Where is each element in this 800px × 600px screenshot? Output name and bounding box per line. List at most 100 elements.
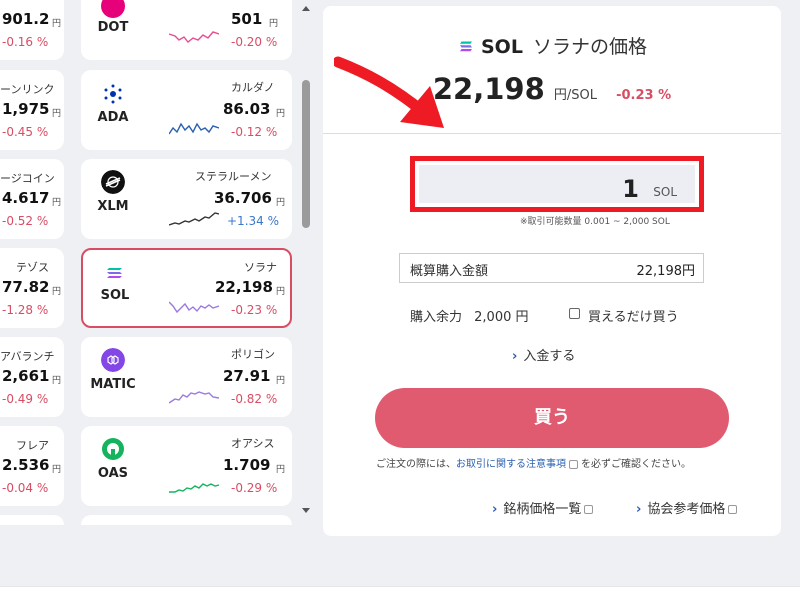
buy-button[interactable]: 買う [375, 388, 729, 448]
coin-card[interactable]: テゾス 77.82 円 -1.28 % [0, 248, 64, 328]
coin-card[interactable]: 901.2 円 -0.16 % [0, 0, 64, 60]
polkadot-icon [101, 0, 125, 18]
title-text: ソラナの価格 [532, 36, 647, 58]
coin-name: テゾス [16, 261, 49, 274]
external-link-icon [569, 459, 578, 469]
coin-name: ージコイン [0, 172, 55, 185]
quantity-value: 1 [622, 175, 639, 203]
sparkline [169, 483, 219, 493]
yen-unit: 円 [276, 198, 286, 208]
estimate-value: 22,198円 [636, 264, 696, 279]
buying-power-value: 2,000 円 [474, 310, 529, 325]
estimate-box: 概算購入金額 22,198円 [399, 253, 704, 283]
buy-max-checkbox[interactable] [569, 308, 580, 319]
reference-price-link[interactable]: › 協会参考価格 [636, 498, 740, 517]
price-list-label: 銘柄価格一覧 [503, 502, 582, 517]
coin-ticker: DOT [97, 20, 129, 35]
coin-card[interactable]: フレア 2.536 円 -0.04 % [0, 426, 64, 506]
coin-price: 86.03 [223, 100, 271, 118]
coin-name: アバランチ [0, 350, 55, 363]
coin-card-oas[interactable]: OAS オアシス 1.709 円 -0.29 % [81, 426, 292, 506]
scroll-up-icon[interactable] [302, 6, 310, 11]
external-link-icon [728, 505, 738, 514]
coin-name: ーンリンク [0, 83, 55, 96]
coin-change: -0.16 % [2, 35, 49, 49]
solana-icon [459, 41, 472, 52]
coin-price: 36.706 [214, 189, 272, 207]
coin-list: 901.2 円 -0.16 % ーンリンク 1,975 円 -0.45 % ージ… [0, 0, 300, 525]
coin-change: +1.34 % [227, 214, 279, 228]
notice-link[interactable]: お取引に関する注意事項 [456, 459, 566, 470]
coin-name: フレア [16, 439, 49, 452]
price-list-link[interactable]: › 銘柄価格一覧 [492, 498, 596, 517]
external-link-icon [584, 505, 594, 514]
notice-pre: ご注文の際には、 [376, 459, 456, 470]
quantity-input[interactable]: 1 SOL [419, 165, 695, 203]
coin-card-dot[interactable]: DOT 501 円 -0.20 % [81, 0, 292, 60]
notice-text: ご注文の際には、お取引に関する注意事項 を必ずご確認ください。 [376, 455, 691, 470]
coin-card[interactable]: ージコイン 4.617 円 -0.52 % [0, 159, 64, 239]
yen-unit: 円 [52, 376, 62, 386]
coin-price: 22,198 [215, 278, 273, 296]
coin-card[interactable] [0, 515, 64, 525]
coin-card[interactable] [81, 515, 292, 525]
coin-name: ステラルーメン [195, 170, 272, 183]
coin-change: -0.29 % [231, 481, 278, 495]
coin-card-sol[interactable]: SOL ソラナ 22,198 円 -0.23 % [81, 248, 292, 328]
coin-change: -0.52 % [2, 214, 49, 228]
quantity-range-note: ※取引可能数量 0.001 ~ 2,000 SOL [520, 217, 670, 227]
coin-price: 1,975 [2, 100, 50, 118]
title-symbol: SOL [480, 36, 523, 58]
cardano-icon [104, 84, 122, 104]
buying-power-label: 購入余力 [410, 310, 463, 325]
notice-post: を必ずご確認ください。 [581, 459, 691, 470]
coin-name: ソラナ [244, 261, 277, 274]
coin-price: 501 [231, 10, 263, 28]
yen-unit: 円 [52, 465, 62, 475]
coin-price: 77.82 [2, 278, 50, 296]
chevron-right-icon: › [636, 502, 642, 517]
coin-card[interactable]: ーンリンク 1,975 円 -0.45 % [0, 70, 64, 150]
coin-change: -0.23 % [231, 303, 278, 317]
chevron-right-icon: › [512, 349, 518, 364]
coin-ticker: MATIC [90, 377, 136, 392]
sparkline [169, 122, 219, 135]
deposit-label: 入金する [523, 349, 576, 364]
coin-change: -0.20 % [231, 35, 278, 49]
coin-name: ポリゴン [231, 348, 275, 361]
coin-change: -1.28 % [2, 303, 49, 317]
price-unit: 円/SOL [553, 88, 597, 103]
yen-unit: 円 [52, 109, 62, 119]
coin-list-scrollbar[interactable] [298, 0, 314, 520]
reference-price-label: 協会参考価格 [647, 502, 726, 517]
coin-ticker: OAS [97, 466, 129, 481]
quantity-field[interactable]: 1 SOL [410, 156, 704, 212]
coin-price: 4.617 [2, 189, 50, 207]
coin-price: 1.709 [223, 456, 271, 474]
coin-change: -0.45 % [2, 125, 49, 139]
price-change: -0.23 % [616, 88, 672, 103]
deposit-link[interactable]: › 入金する [512, 345, 575, 364]
buy-max-label[interactable]: 買えるだけ買う [588, 306, 679, 325]
sparkline [169, 212, 219, 226]
polygon-icon [101, 348, 125, 372]
yen-unit: 円 [276, 287, 286, 297]
buying-power: 購入余力 2,000 円 [410, 306, 529, 325]
scroll-thumb[interactable] [302, 80, 310, 228]
footer-strip [0, 586, 800, 600]
scroll-down-icon[interactable] [302, 508, 310, 513]
coin-price: 27.91 [223, 367, 271, 385]
chevron-right-icon: › [492, 502, 498, 517]
coin-card-ada[interactable]: ADA カルダノ 86.03 円 -0.12 % [81, 70, 292, 150]
yen-unit: 円 [276, 109, 286, 119]
coin-name: カルダノ [231, 81, 275, 94]
coin-price: 2.536 [2, 456, 50, 474]
stellar-icon [101, 170, 125, 194]
coin-card-matic[interactable]: MATIC ポリゴン 27.91 円 -0.82 % [81, 337, 292, 417]
coin-card-xlm[interactable]: XLM ステラルーメン 36.706 円 +1.34 % [81, 159, 292, 239]
coin-ticker: SOL [100, 288, 130, 303]
oasys-icon [102, 438, 124, 460]
coin-change: -0.82 % [231, 392, 278, 406]
coin-card[interactable]: アバランチ 2,661 円 -0.49 % [0, 337, 64, 417]
coin-price: 2,661 [2, 367, 50, 385]
